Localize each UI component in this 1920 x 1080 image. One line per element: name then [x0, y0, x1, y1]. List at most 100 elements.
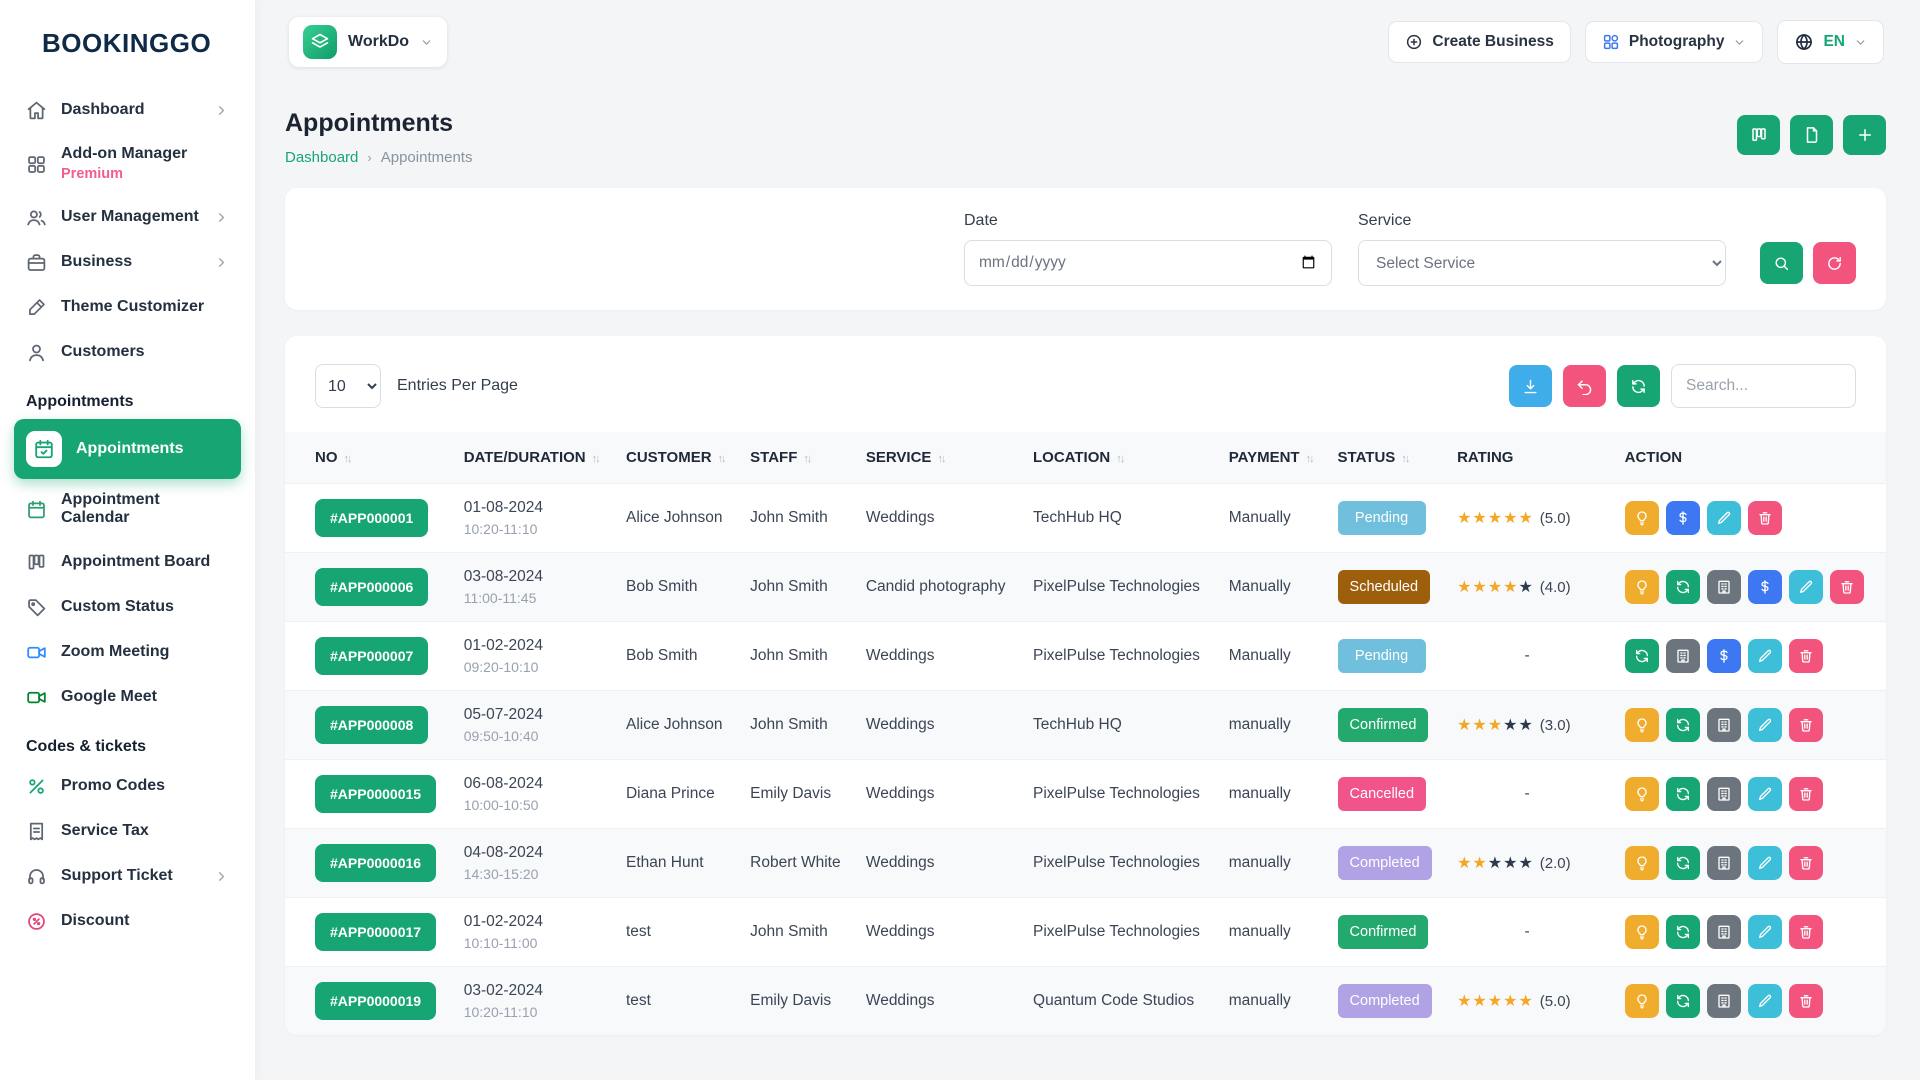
- bulb-action-button[interactable]: [1625, 777, 1659, 811]
- trash-action-button[interactable]: [1748, 501, 1782, 535]
- sort-icon: ↑↓: [592, 453, 599, 465]
- service-select[interactable]: Select Service: [1358, 240, 1726, 286]
- edit-action-button[interactable]: [1748, 846, 1782, 880]
- sidebar-item-business[interactable]: Business: [14, 240, 241, 285]
- sidebar-item-promo-codes[interactable]: Promo Codes: [14, 764, 241, 809]
- sync-action-button[interactable]: [1666, 984, 1700, 1018]
- sidebar-item-service-tax[interactable]: Service Tax: [14, 809, 241, 854]
- column-header-no[interactable]: NO↑↓: [285, 432, 454, 484]
- language-selector[interactable]: EN: [1777, 20, 1884, 64]
- building-icon: [1716, 924, 1732, 940]
- trash-action-button[interactable]: [1789, 915, 1823, 949]
- building-action-button[interactable]: [1707, 915, 1741, 949]
- building-action-button[interactable]: [1707, 708, 1741, 742]
- bulb-action-button[interactable]: [1625, 570, 1659, 604]
- sidebar-item-custom-status[interactable]: Custom Status: [14, 585, 241, 630]
- bulb-action-button[interactable]: [1625, 915, 1659, 949]
- building-action-button[interactable]: [1707, 777, 1741, 811]
- appointment-board-button[interactable]: [1737, 115, 1780, 155]
- export-file-button[interactable]: [1790, 115, 1833, 155]
- column-header-location[interactable]: LOCATION↑↓: [1023, 432, 1219, 484]
- business-type-selector[interactable]: Photography: [1585, 21, 1764, 63]
- sidebar-item-user-management[interactable]: User Management: [14, 195, 241, 240]
- service-name: Weddings: [866, 509, 935, 526]
- column-header-status[interactable]: STATUS↑↓: [1328, 432, 1448, 484]
- undo-icon: [1576, 378, 1593, 395]
- sync-action-button[interactable]: [1666, 777, 1700, 811]
- sort-icon: ↑↓: [1401, 453, 1408, 465]
- building-action-button[interactable]: [1707, 846, 1741, 880]
- sidebar-item-support-ticket[interactable]: Support Ticket: [14, 854, 241, 899]
- column-header-payment[interactable]: PAYMENT↑↓: [1219, 432, 1328, 484]
- bulb-action-button[interactable]: [1625, 708, 1659, 742]
- appointment-no-badge[interactable]: #APP000001: [315, 499, 428, 537]
- create-business-button[interactable]: Create Business: [1388, 21, 1570, 63]
- sync-action-button[interactable]: [1625, 639, 1659, 673]
- sync-action-button[interactable]: [1666, 846, 1700, 880]
- appointment-date: 03-08-2024: [464, 568, 606, 586]
- table-search-input[interactable]: [1671, 364, 1856, 408]
- column-header-date-duration[interactable]: DATE/DURATION↑↓: [454, 432, 616, 484]
- edit-action-button[interactable]: [1707, 501, 1741, 535]
- entries-per-page-select[interactable]: 10: [315, 364, 381, 408]
- trash-action-button[interactable]: [1789, 777, 1823, 811]
- building-action-button[interactable]: [1707, 984, 1741, 1018]
- dollar-action-button[interactable]: [1707, 639, 1741, 673]
- appointment-no-badge[interactable]: #APP0000019: [315, 982, 436, 1020]
- trash-action-button[interactable]: [1789, 984, 1823, 1018]
- column-header-service[interactable]: SERVICE↑↓: [856, 432, 1023, 484]
- column-header-staff[interactable]: STAFF↑↓: [740, 432, 856, 484]
- sidebar-item-discount[interactable]: Discount: [14, 899, 241, 944]
- trash-action-button[interactable]: [1830, 570, 1864, 604]
- appointment-no-badge[interactable]: #APP000006: [315, 568, 428, 606]
- sync-action-button[interactable]: [1666, 915, 1700, 949]
- trash-action-button[interactable]: [1789, 708, 1823, 742]
- building-action-button[interactable]: [1707, 570, 1741, 604]
- undo-button[interactable]: [1563, 365, 1606, 407]
- appointment-no-badge[interactable]: #APP000007: [315, 637, 428, 675]
- bulb-action-button[interactable]: [1625, 846, 1659, 880]
- sidebar-item-dashboard[interactable]: Dashboard: [14, 88, 241, 133]
- dollar-action-button[interactable]: [1748, 570, 1782, 604]
- trash-action-button[interactable]: [1789, 846, 1823, 880]
- trash-action-button[interactable]: [1789, 639, 1823, 673]
- edit-action-button[interactable]: [1748, 915, 1782, 949]
- edit-action-button[interactable]: [1748, 708, 1782, 742]
- appointment-no-badge[interactable]: #APP0000016: [315, 844, 436, 882]
- sidebar-item-customers[interactable]: Customers: [14, 330, 241, 375]
- sidebar-item-add-on-manager[interactable]: Add-on ManagerPremium: [14, 133, 241, 195]
- building-icon: [1675, 648, 1691, 664]
- reset-icon: [1826, 255, 1843, 272]
- bulb-action-button[interactable]: [1625, 984, 1659, 1018]
- workspace-selector[interactable]: WorkDo: [289, 17, 447, 67]
- sidebar-item-zoom-meeting[interactable]: Zoom Meeting: [14, 630, 241, 675]
- add-appointment-button[interactable]: [1843, 115, 1886, 155]
- appointment-row: #APP00000701-02-202409:20-10:10Bob Smith…: [285, 622, 1886, 691]
- download-button[interactable]: [1509, 365, 1552, 407]
- dollar-action-button[interactable]: [1666, 501, 1700, 535]
- breadcrumb-dashboard-link[interactable]: Dashboard: [285, 149, 358, 166]
- edit-action-button[interactable]: [1789, 570, 1823, 604]
- appointment-no-badge[interactable]: #APP0000017: [315, 913, 436, 951]
- sidebar-item-appointments[interactable]: Appointments: [14, 419, 241, 479]
- filter-reset-button[interactable]: [1813, 242, 1856, 284]
- sidebar-item-appointment-board[interactable]: Appointment Board: [14, 540, 241, 585]
- filter-search-button[interactable]: [1760, 242, 1803, 284]
- appointment-no-badge[interactable]: #APP000008: [315, 706, 428, 744]
- sidebar-item-theme-customizer[interactable]: Theme Customizer: [14, 285, 241, 330]
- column-header-customer[interactable]: CUSTOMER↑↓: [616, 432, 740, 484]
- sync-action-button[interactable]: [1666, 708, 1700, 742]
- building-action-button[interactable]: [1666, 639, 1700, 673]
- sidebar-item-appointment-calendar[interactable]: Appointment Calendar: [14, 479, 241, 540]
- edit-action-button[interactable]: [1748, 984, 1782, 1018]
- sync-action-button[interactable]: [1666, 570, 1700, 604]
- status-badge: Completed: [1338, 846, 1432, 880]
- sidebar-item-google-meet[interactable]: Google Meet: [14, 675, 241, 720]
- edit-action-button[interactable]: [1748, 639, 1782, 673]
- date-input[interactable]: [964, 240, 1332, 286]
- appointment-date: 01-02-2024: [464, 637, 606, 655]
- bulb-action-button[interactable]: [1625, 501, 1659, 535]
- edit-action-button[interactable]: [1748, 777, 1782, 811]
- refresh-button[interactable]: [1617, 365, 1660, 407]
- appointment-no-badge[interactable]: #APP0000015: [315, 775, 436, 813]
